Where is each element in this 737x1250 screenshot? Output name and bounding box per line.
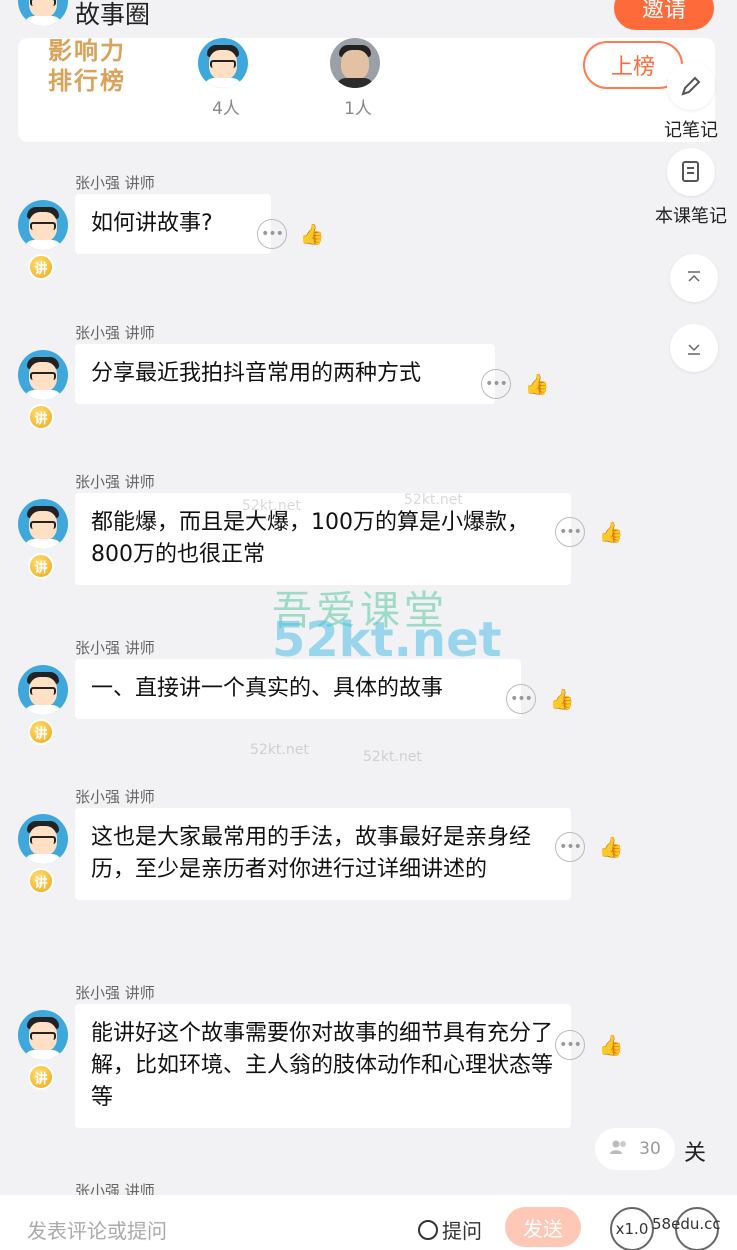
sender-name: 张小强 讲师 — [75, 984, 155, 1002]
thumbs-up-icon[interactable]: 👍 — [522, 369, 552, 399]
more-icon[interactable]: ••• — [555, 1030, 585, 1060]
lecturer-badge: 讲 — [28, 404, 54, 430]
arrow-up-icon — [670, 254, 718, 302]
thumbs-up-icon[interactable]: 👍 — [596, 832, 626, 862]
message-bubble[interactable]: 都能爆，而且是大爆，100万的算是小爆款，800万的也很正常 — [75, 493, 571, 585]
pencil-icon — [667, 62, 715, 110]
thumbs-up-icon[interactable]: 👍 — [596, 517, 626, 547]
invite-button[interactable]: 邀请 — [614, 0, 714, 30]
thumbs-up-icon[interactable]: 👍 — [547, 684, 577, 714]
playback-speed-button[interactable]: x1.0 — [610, 1207, 654, 1250]
more-icon[interactable]: ••• — [481, 369, 511, 399]
watermark: 52kt.net — [363, 749, 422, 765]
online-count-value: 30 — [639, 1139, 661, 1159]
sender-name: 张小强 讲师 — [75, 788, 155, 806]
leaderboard-title: 影响力排行榜 — [48, 37, 126, 95]
page-title: 故事圈 — [75, 0, 151, 29]
ask-toggle[interactable]: 提问 — [418, 1215, 482, 1244]
course-notes-tool[interactable]: 本课笔记 — [651, 148, 731, 228]
sender-name: 张小强 讲师 — [75, 174, 155, 192]
close-button[interactable]: 关 — [684, 1135, 706, 1167]
sender-name: 张小强 讲师 — [75, 473, 155, 491]
avatar — [198, 38, 248, 88]
avatar[interactable] — [18, 1010, 68, 1060]
sender-name: 张小强 讲师 — [75, 639, 155, 657]
lecturer-badge: 讲 — [28, 719, 54, 745]
avatar — [330, 38, 380, 88]
online-count[interactable]: 30 — [595, 1128, 675, 1170]
more-icon[interactable]: ••• — [555, 517, 585, 547]
more-icon[interactable]: ••• — [555, 832, 585, 862]
avatar[interactable] — [18, 814, 68, 864]
avatar[interactable] — [18, 350, 68, 400]
take-note-tool[interactable]: 记笔记 — [651, 62, 731, 142]
message-bubble[interactable]: 如何讲故事? — [75, 194, 271, 254]
watermark-large: 52kt.net — [272, 612, 502, 668]
more-icon[interactable]: ••• — [506, 684, 536, 714]
circle-avatar[interactable] — [18, 0, 68, 26]
avatar[interactable] — [18, 499, 68, 549]
course-notes-label: 本课笔记 — [655, 206, 727, 227]
notebook-icon — [667, 148, 715, 196]
watermark: 52kt.net — [404, 492, 463, 508]
scroll-bottom-button[interactable] — [654, 324, 734, 372]
watermark: 52kt.net — [242, 498, 301, 514]
watermark: 52kt.net — [250, 742, 309, 758]
avatar[interactable] — [18, 665, 68, 715]
more-icon[interactable]: ••• — [257, 219, 287, 249]
avatar[interactable] — [18, 200, 68, 250]
thumbs-up-icon[interactable]: 👍 — [297, 219, 327, 249]
site-watermark: 58edu.cc — [652, 1215, 721, 1233]
message-bubble[interactable]: 一、直接讲一个真实的、具体的故事 — [75, 659, 521, 719]
take-note-label: 记笔记 — [664, 120, 718, 141]
comment-input[interactable]: 发表评论或提问 — [27, 1215, 167, 1244]
leaderboard-user[interactable]: 4人 — [198, 38, 254, 119]
leaderboard-user[interactable]: 1人 — [330, 38, 386, 119]
ask-label: 提问 — [442, 1219, 482, 1243]
lecturer-badge: 讲 — [28, 553, 54, 579]
user-count: 1人 — [344, 99, 372, 119]
bottom-bar: 发表评论或提问 提问 发送 x1.0 — [0, 1195, 737, 1250]
lecturer-badge: 讲 — [28, 868, 54, 894]
radio-icon — [418, 1219, 438, 1240]
message-bubble[interactable]: 能讲好这个故事需要你对故事的细节具有充分了解，比如环境、主人翁的肢体动作和心理状… — [75, 1004, 571, 1128]
thumbs-up-icon[interactable]: 👍 — [596, 1030, 626, 1060]
scroll-top-button[interactable] — [654, 254, 734, 302]
lecturer-badge: 讲 — [28, 254, 54, 280]
influence-leaderboard[interactable]: 影响力排行榜 4人 1人 上榜 — [18, 37, 715, 142]
lecturer-badge: 讲 — [28, 1064, 54, 1090]
message-bubble[interactable]: 这也是大家最常用的手法，故事最好是亲身经历，至少是亲历者对你进行过详细讲述的 — [75, 808, 571, 900]
header: 故事圈 邀请 — [0, 0, 737, 40]
user-count: 4人 — [212, 99, 240, 119]
people-icon — [609, 1139, 629, 1160]
send-button[interactable]: 发送 — [505, 1207, 581, 1247]
arrow-down-icon — [670, 324, 718, 372]
message-bubble[interactable]: 分享最近我拍抖音常用的两种方式 — [75, 344, 495, 404]
sender-name: 张小强 讲师 — [75, 324, 155, 342]
